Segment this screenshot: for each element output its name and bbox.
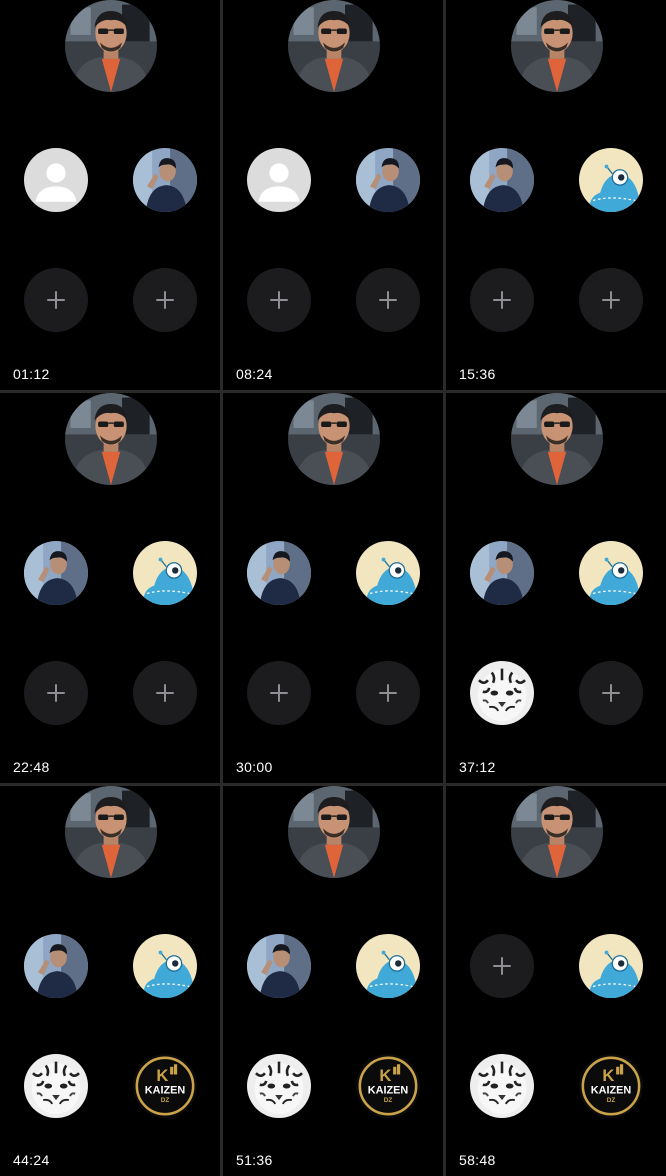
timelapse-panel: 15:36 — [446, 0, 666, 390]
kaizen-suffix: DZ — [161, 1097, 170, 1104]
plus-icon[interactable] — [24, 268, 88, 332]
host-photo-avatar[interactable] — [288, 393, 380, 485]
person-photo-avatar[interactable] — [356, 148, 420, 212]
timelapse-grid: 01:12 08:24 15:36 22:48 30:00 37:12 K KAIZEN DZ 4… — [0, 0, 666, 1176]
person-photo-avatar[interactable] — [247, 541, 311, 605]
host-photo-avatar[interactable] — [511, 786, 603, 878]
elapsed-time: 44:24 — [13, 1152, 50, 1168]
timelapse-panel: 01:12 — [0, 0, 220, 390]
host-photo-avatar[interactable] — [288, 786, 380, 878]
white-tiger-avatar[interactable] — [24, 1054, 88, 1118]
kaizen-mark: K — [156, 1066, 168, 1085]
elapsed-time: 30:00 — [236, 759, 273, 775]
kaizen-suffix: DZ — [607, 1097, 616, 1104]
host-photo-avatar[interactable] — [511, 0, 603, 92]
timelapse-panel: K KAIZEN DZ 51:36 — [223, 786, 443, 1176]
blue-alien-avatar[interactable] — [579, 148, 643, 212]
elapsed-time: 37:12 — [459, 759, 496, 775]
host-photo-avatar[interactable] — [511, 393, 603, 485]
plus-icon[interactable] — [356, 661, 420, 725]
person-photo-avatar[interactable] — [24, 541, 88, 605]
host-photo-avatar[interactable] — [288, 0, 380, 92]
person-photo-avatar[interactable] — [24, 934, 88, 998]
kaizen-mark: K — [602, 1066, 614, 1085]
host-photo-avatar[interactable] — [65, 0, 157, 92]
timelapse-panel: 22:48 — [0, 393, 220, 783]
plus-icon[interactable] — [470, 268, 534, 332]
timelapse-panel: 30:00 — [223, 393, 443, 783]
plus-icon[interactable] — [24, 661, 88, 725]
elapsed-time: 22:48 — [13, 759, 50, 775]
person-photo-avatar[interactable] — [470, 148, 534, 212]
plus-icon[interactable] — [579, 661, 643, 725]
white-tiger-avatar[interactable] — [247, 1054, 311, 1118]
person-photo-avatar[interactable] — [470, 541, 534, 605]
plus-icon[interactable] — [579, 268, 643, 332]
white-tiger-avatar[interactable] — [470, 1054, 534, 1118]
default-profile-icon[interactable] — [24, 148, 88, 212]
person-photo-avatar[interactable] — [247, 934, 311, 998]
person-photo-avatar[interactable] — [133, 148, 197, 212]
plus-icon[interactable] — [247, 661, 311, 725]
plus-icon[interactable] — [356, 268, 420, 332]
host-photo-avatar[interactable] — [65, 393, 157, 485]
blue-alien-avatar[interactable] — [579, 934, 643, 998]
blue-alien-avatar[interactable] — [579, 541, 643, 605]
kaizen-suffix: DZ — [384, 1097, 393, 1104]
kaizen-logo-avatar[interactable]: K KAIZEN DZ — [579, 1054, 643, 1118]
timelapse-panel: 37:12 — [446, 393, 666, 783]
kaizen-name: KAIZEN — [368, 1085, 409, 1097]
elapsed-time: 08:24 — [236, 366, 273, 382]
timelapse-panel: K KAIZEN DZ 44:24 — [0, 786, 220, 1176]
plus-icon[interactable] — [133, 661, 197, 725]
blue-alien-avatar[interactable] — [133, 934, 197, 998]
timelapse-panel: K KAIZEN DZ 58:48 — [446, 786, 666, 1176]
elapsed-time: 58:48 — [459, 1152, 496, 1168]
kaizen-logo-avatar[interactable]: K KAIZEN DZ — [356, 1054, 420, 1118]
blue-alien-avatar[interactable] — [356, 934, 420, 998]
kaizen-name: KAIZEN — [591, 1085, 632, 1097]
elapsed-time: 51:36 — [236, 1152, 273, 1168]
elapsed-time: 01:12 — [13, 366, 50, 382]
kaizen-mark: K — [379, 1066, 391, 1085]
elapsed-time: 15:36 — [459, 366, 496, 382]
white-tiger-avatar[interactable] — [470, 661, 534, 725]
plus-icon[interactable] — [247, 268, 311, 332]
blue-alien-avatar[interactable] — [133, 541, 197, 605]
blue-alien-avatar[interactable] — [356, 541, 420, 605]
kaizen-logo-avatar[interactable]: K KAIZEN DZ — [133, 1054, 197, 1118]
timelapse-panel: 08:24 — [223, 0, 443, 390]
host-photo-avatar[interactable] — [65, 786, 157, 878]
plus-icon[interactable] — [470, 934, 534, 998]
kaizen-name: KAIZEN — [145, 1085, 186, 1097]
plus-icon[interactable] — [133, 268, 197, 332]
default-profile-icon[interactable] — [247, 148, 311, 212]
